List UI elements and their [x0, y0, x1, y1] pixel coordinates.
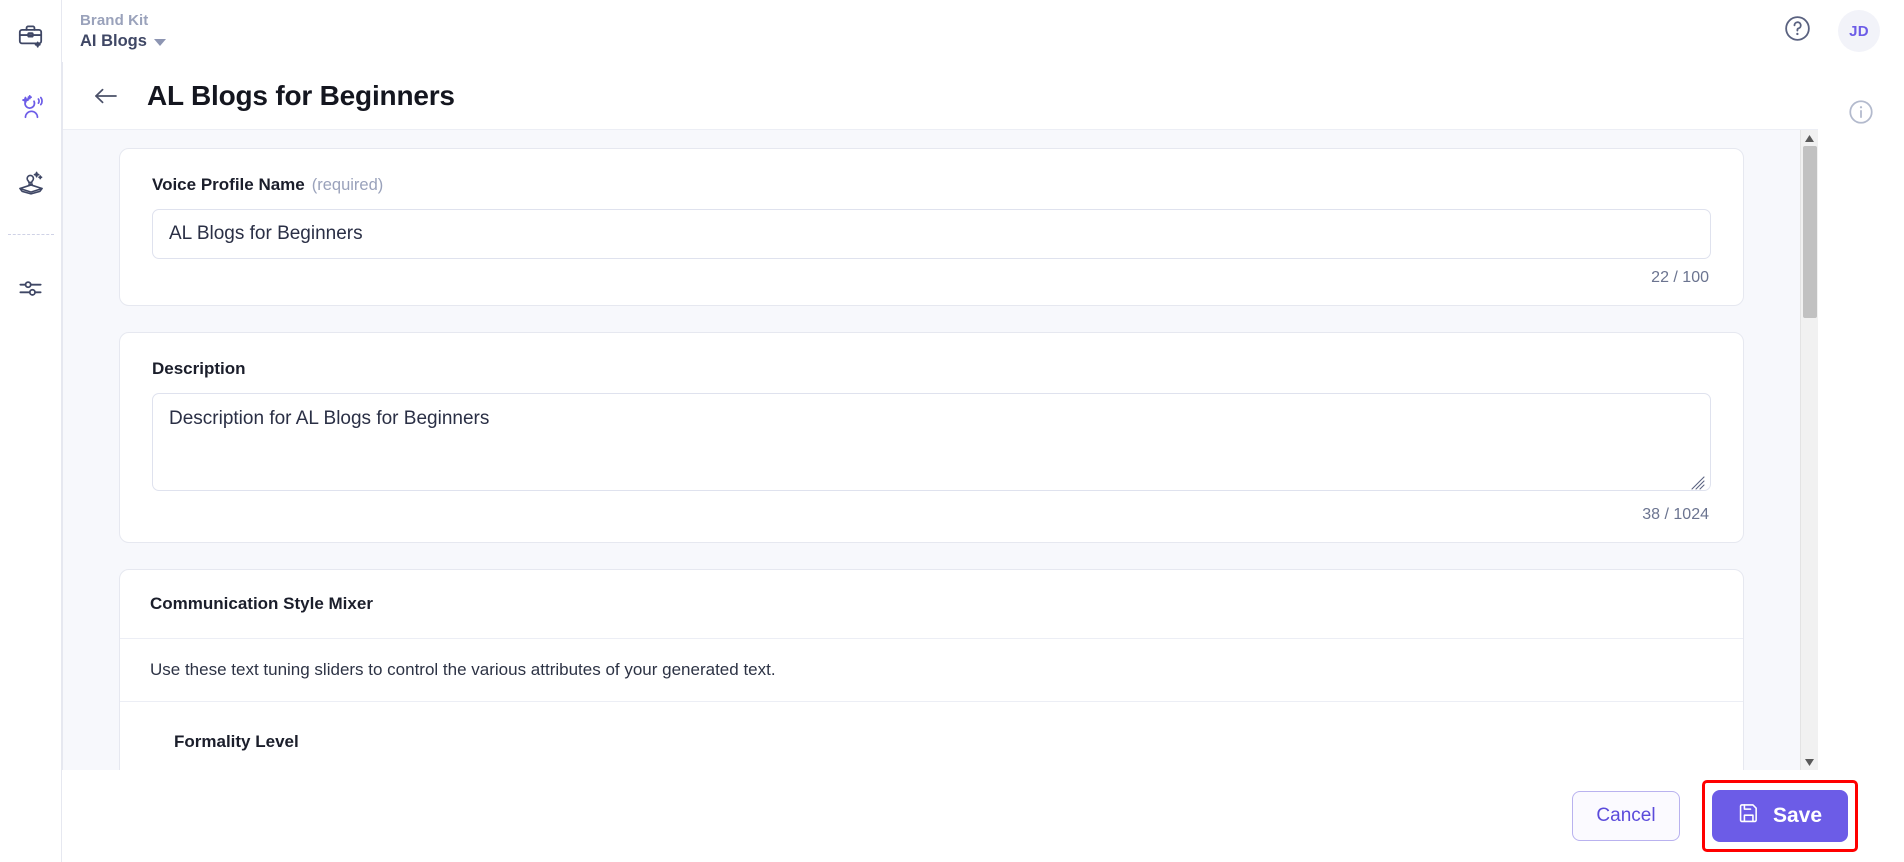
voice-profile-name-label: Voice Profile Name (required): [152, 175, 1711, 195]
idea-book-icon: [17, 169, 45, 197]
arrow-left-icon[interactable]: [91, 83, 121, 109]
left-nav-rail: [0, 0, 62, 862]
right-info-rail: [1818, 62, 1904, 770]
description-card: Description 38 / 1024: [119, 332, 1744, 543]
save-button-label: Save: [1772, 804, 1823, 827]
avatar[interactable]: JD: [1838, 10, 1880, 52]
sidebar-item-settings-sliders[interactable]: [8, 265, 54, 311]
chevron-down-icon: [153, 39, 166, 47]
page-title: AL Blogs for Beginners: [147, 79, 455, 111]
breadcrumb-current-label: AI Blogs: [80, 32, 147, 51]
breadcrumb: Brand Kit AI Blogs: [80, 10, 166, 51]
breadcrumb-parent: Brand Kit: [80, 12, 149, 30]
footer-action-bar: Cancel Save: [62, 770, 1904, 862]
sliders-icon: [17, 275, 44, 302]
vertical-scrollbar[interactable]: [1800, 130, 1818, 770]
top-bar: Brand Kit AI Blogs JD: [62, 0, 1904, 62]
cancel-button[interactable]: Cancel: [1572, 791, 1680, 841]
body-wrap: AL Blogs for Beginners Voice Profile Nam…: [62, 62, 1904, 770]
sidebar-item-brand-kit[interactable]: [8, 12, 54, 58]
scrollbar-thumb[interactable]: [1803, 146, 1817, 318]
formality-slider-block: Formality Level: [120, 702, 1743, 770]
voice-profile-icon: [16, 94, 46, 124]
content-column: AL Blogs for Beginners Voice Profile Nam…: [62, 62, 1818, 770]
style-mixer-title: Communication Style Mixer: [120, 570, 1743, 639]
main-column: Brand Kit AI Blogs JD AL Blogs for Begin…: [62, 0, 1904, 862]
sidebar-item-knowledge[interactable]: [8, 160, 54, 206]
formality-slider-label: Formality Level: [174, 732, 299, 751]
help-circle-icon[interactable]: [1783, 14, 1812, 48]
form-area: Voice Profile Name (required) 22 / 100 De…: [63, 130, 1800, 770]
voice-profile-name-input[interactable]: [152, 209, 1711, 259]
voice-profile-name-card: Voice Profile Name (required) 22 / 100: [119, 148, 1744, 306]
save-disk-icon: [1738, 802, 1760, 830]
form-scroll-region: Voice Profile Name (required) 22 / 100 De…: [63, 130, 1818, 770]
description-textarea[interactable]: [152, 393, 1711, 491]
description-counter: 38 / 1024: [1642, 506, 1709, 523]
scroll-up-arrow-icon[interactable]: [1801, 130, 1819, 146]
scroll-down-arrow-icon[interactable]: [1801, 754, 1819, 770]
voice-profile-name-label-text: Voice Profile Name: [152, 175, 305, 194]
breadcrumb-current-dropdown[interactable]: AI Blogs: [80, 32, 166, 51]
communication-style-mixer-card: Communication Style Mixer Use these text…: [119, 569, 1744, 770]
voice-profile-name-counter: 22 / 100: [1651, 269, 1709, 286]
save-button[interactable]: Save: [1712, 790, 1848, 842]
save-button-highlight: Save: [1702, 780, 1858, 852]
description-textarea-wrap: [152, 393, 1711, 496]
info-circle-icon[interactable]: [1847, 98, 1875, 770]
rail-divider: [7, 234, 54, 235]
required-hint: (required): [311, 176, 384, 194]
page-header: AL Blogs for Beginners: [63, 62, 1818, 130]
app-root: Brand Kit AI Blogs JD AL Blogs for Begin…: [0, 0, 1904, 862]
briefcase-sparkle-icon: [17, 22, 44, 49]
sidebar-item-voice-profiles[interactable]: [8, 86, 54, 132]
description-label: Description: [152, 359, 246, 378]
style-mixer-description: Use these text tuning sliders to control…: [120, 639, 1743, 702]
avatar-initials: JD: [1849, 22, 1869, 40]
top-bar-actions: JD: [1783, 10, 1880, 52]
